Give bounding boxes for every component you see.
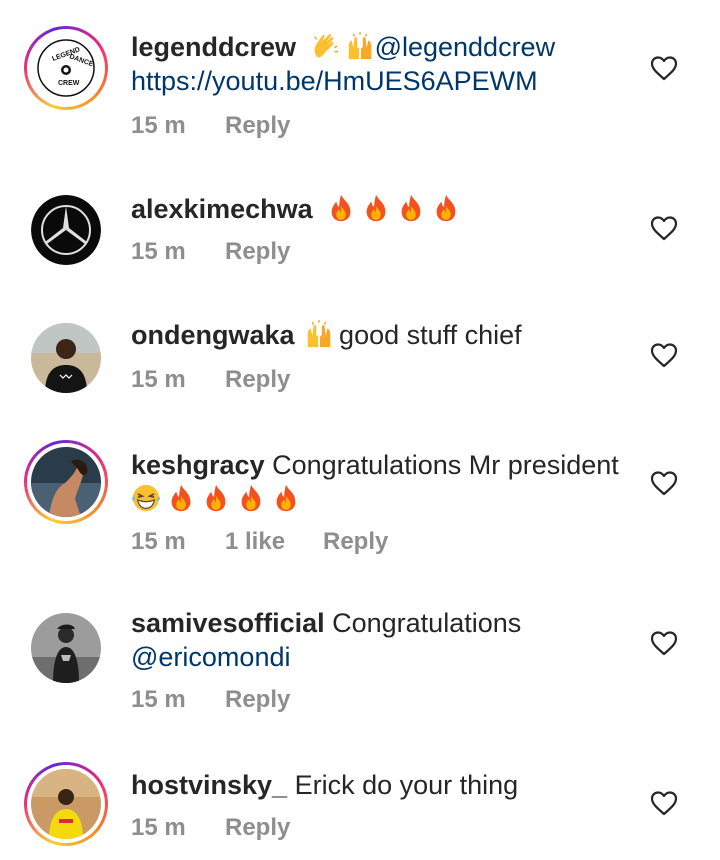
comment-body: Erick do your thing [294, 770, 519, 800]
comment-text: legenddcrew @legenddcrew https://youtu.b… [131, 30, 641, 98]
fire-emoji [396, 193, 426, 223]
fire-emoji [236, 483, 266, 513]
comment-time: 15 m [131, 366, 186, 393]
comment-username[interactable]: hostvinsky_ [131, 770, 287, 800]
avatar-story-ring[interactable] [24, 762, 108, 846]
comment-username[interactable]: legenddcrew [131, 32, 296, 62]
fire-emoji [201, 483, 231, 513]
comment-text: ondengwaka good stuff chief [131, 318, 641, 352]
fire-emoji [326, 193, 356, 223]
comment-list: LEGEND DANCE CREW legenddcrew @legenddcr… [0, 0, 720, 860]
comment-text: keshgracy Congratulations Mr president [131, 448, 641, 516]
reply-button[interactable]: Reply [225, 112, 290, 140]
comment-text: samivesofficial Congratulations @ericomo… [131, 606, 641, 674]
comment-text: alexkimechwa [131, 192, 641, 226]
comment-link[interactable]: https://youtu.be/HmUES6APEWM [131, 66, 538, 96]
avatar-frame[interactable] [24, 188, 108, 272]
comment-time: 15 m [131, 528, 186, 555]
comment-mention[interactable]: @legenddcrew [375, 32, 556, 62]
comment-item: LEGEND DANCE CREW legenddcrew @legenddcr… [0, 0, 720, 160]
comment-time: 15 m [131, 238, 186, 265]
reply-button[interactable]: Reply [225, 686, 290, 714]
raising-hands-emoji [304, 319, 334, 349]
comment-body: Congratulations Mr president [272, 450, 619, 480]
avatar-frame[interactable] [24, 606, 108, 690]
comment-meta: 15 m Reply [131, 112, 290, 140]
reply-button[interactable]: Reply [225, 366, 290, 394]
avatar[interactable] [31, 769, 101, 839]
fire-emoji [431, 193, 461, 223]
avatar-frame[interactable] [24, 316, 108, 400]
heart-outline-icon[interactable] [650, 790, 678, 816]
avatar-story-ring[interactable] [24, 440, 108, 524]
clapping-hands-emoji [310, 31, 340, 61]
comment-body: good stuff chief [339, 320, 522, 350]
comment-username[interactable]: alexkimechwa [131, 194, 313, 224]
fire-emoji [361, 193, 391, 223]
reply-button[interactable]: Reply [323, 528, 388, 556]
avatar-story-ring[interactable]: LEGEND DANCE CREW [24, 26, 108, 110]
comment-time: 15 m [131, 686, 186, 713]
comment-item: ondengwaka good stuff chief 15 m Reply [0, 288, 720, 420]
avatar[interactable] [31, 323, 101, 393]
avatar[interactable] [31, 613, 101, 683]
heart-outline-icon[interactable] [650, 55, 678, 81]
heart-outline-icon[interactable] [650, 470, 678, 496]
comment-body: Congratulations [332, 608, 522, 638]
comment-item: keshgracy Congratulations Mr president 1… [0, 420, 720, 580]
reply-button[interactable]: Reply [225, 238, 290, 266]
comment-meta: 15 m 1 like Reply [131, 528, 388, 556]
comment-meta: 15 m Reply [131, 366, 290, 394]
comment-meta: 15 m Reply [131, 238, 290, 266]
heart-outline-icon[interactable] [650, 215, 678, 241]
comment-username[interactable]: keshgracy [131, 450, 265, 480]
heart-outline-icon[interactable] [650, 342, 678, 368]
avatar[interactable]: LEGEND DANCE CREW [31, 33, 101, 103]
avatar[interactable] [31, 195, 101, 265]
comment-meta: 15 m Reply [131, 686, 290, 714]
comment-username[interactable]: ondengwaka [131, 320, 295, 350]
comment-time: 15 m [131, 814, 186, 841]
comment-username[interactable]: samivesofficial [131, 608, 325, 638]
fire-emoji [166, 483, 196, 513]
raising-hands-emoji [345, 31, 375, 61]
comment-item: samivesofficial Congratulations @ericomo… [0, 580, 720, 740]
comment-mention[interactable]: @ericomondi [131, 642, 290, 672]
fire-emoji [271, 483, 301, 513]
comment-time: 15 m [131, 112, 186, 139]
avatar-logo-text: CREW [58, 80, 80, 87]
comment-text: hostvinsky_ Erick do your thing [131, 768, 641, 802]
grinning-squinting-face-emoji [131, 483, 161, 513]
comment-meta: 15 m Reply [131, 814, 290, 842]
comment-item: hostvinsky_ Erick do your thing 15 m Repl… [0, 740, 720, 860]
comment-item: alexkimechwa 15 m Reply [0, 160, 720, 288]
heart-outline-icon[interactable] [650, 630, 678, 656]
reply-button[interactable]: Reply [225, 814, 290, 842]
comment-likes-count[interactable]: 1 like [225, 528, 323, 556]
avatar[interactable] [31, 447, 101, 517]
